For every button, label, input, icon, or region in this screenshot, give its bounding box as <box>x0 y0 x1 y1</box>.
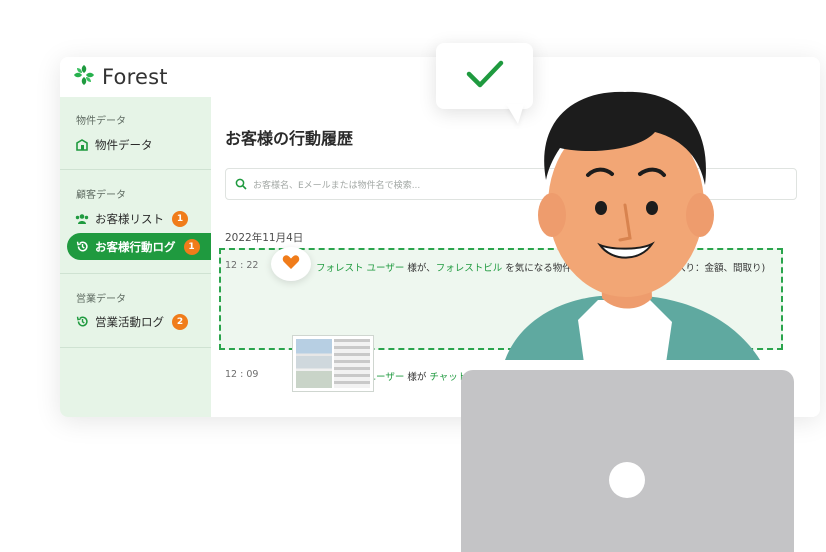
app-window: Forest 物件データ 物件データ 顧客データ お客様リスト 1 お客様行動ロ… <box>60 57 820 417</box>
entry-time: 12 : 09 <box>225 369 259 380</box>
sidebar-group-title-customer: 顧客データ <box>76 190 126 201</box>
sidebar-item-label: お客様リスト <box>95 211 164 226</box>
building-icon <box>75 138 89 152</box>
entry-text-part: 様が、 <box>404 263 436 274</box>
entry-text-tail: 気に入り：金額、間取り) <box>657 263 766 274</box>
sidebar-divider <box>60 169 211 170</box>
sidebar-group-title-sales: 営業データ <box>76 294 126 305</box>
entry-text-part: 様が <box>404 372 430 383</box>
count-badge: 2 <box>172 313 188 330</box>
sidebar-item-label: お客様行動ログ <box>95 239 176 254</box>
laptop <box>461 370 794 552</box>
search-box[interactable]: お客様名、Eメールまたは物件名で検索... <box>225 168 797 200</box>
heart-bubble <box>271 247 311 281</box>
property-thumbnail[interactable] <box>292 335 374 392</box>
user-link[interactable]: フォレスト ユーザー <box>316 263 404 274</box>
count-badge: 1 <box>183 238 200 255</box>
confirmation-bubble <box>436 43 533 109</box>
entry-text-part: を気になる物件に <box>502 263 582 274</box>
sidebar-item-customer-list[interactable]: お客様リスト 1 <box>67 205 211 232</box>
sidebar-item-property-data[interactable]: 物件データ <box>67 131 211 158</box>
sidebar-item-label: 物件データ <box>95 137 153 152</box>
entry-text: フォレスト ユーザー 様が、フォレストビル を気になる物件に <box>316 260 581 274</box>
log-date: 2022年11月4日 <box>225 232 304 244</box>
laptop-logo <box>609 462 645 498</box>
sidebar-divider <box>60 347 211 348</box>
app-logo[interactable]: Forest <box>72 63 168 91</box>
search-input[interactable]: お客様名、Eメールまたは物件名で検索... <box>253 178 420 191</box>
entry-time: 12 : 22 <box>225 260 259 271</box>
sidebar: 物件データ 物件データ 顧客データ お客様リスト 1 お客様行動ログ 1 営業デ… <box>60 97 211 417</box>
app-name: Forest <box>102 65 168 89</box>
count-badge: 1 <box>172 210 188 227</box>
history-icon <box>75 240 89 254</box>
users-icon <box>75 212 89 226</box>
sidebar-group-title-property: 物件データ <box>76 116 126 127</box>
thumbnail-page <box>334 339 370 388</box>
sidebar-divider <box>60 273 211 274</box>
property-link[interactable]: フォレストビル <box>436 263 503 274</box>
sidebar-item-label: 営業活動ログ <box>95 314 164 329</box>
forest-logo-icon <box>72 63 96 91</box>
thumbnail-page <box>296 339 332 388</box>
search-icon <box>235 178 247 190</box>
history-icon <box>75 315 89 329</box>
sidebar-item-customer-activity-log[interactable]: お客様行動ログ 1 <box>67 233 211 260</box>
illustration-stage: Forest 物件データ 物件データ 顧客データ お客様リスト 1 お客様行動ロ… <box>0 0 826 552</box>
page-title: お客様の行動履歴 <box>225 129 354 148</box>
sidebar-item-sales-activity-log[interactable]: 営業活動ログ 2 <box>67 308 211 335</box>
bubble-tail <box>506 104 524 124</box>
check-icon <box>465 59 505 93</box>
heart-icon <box>282 254 300 274</box>
